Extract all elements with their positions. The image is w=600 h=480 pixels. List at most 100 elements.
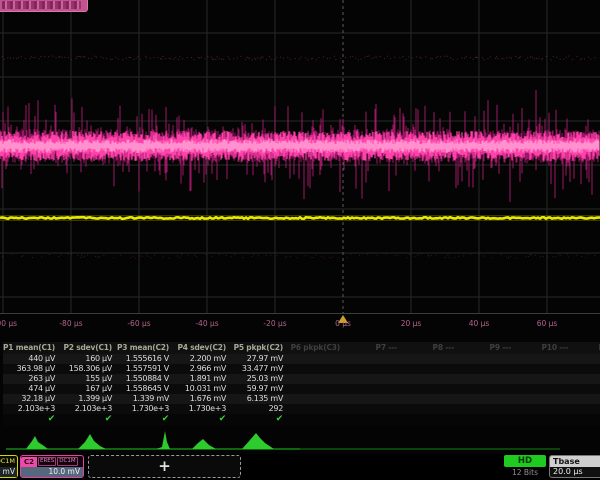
param-header-10[interactable]: P10 ---	[516, 342, 573, 354]
histicon-distribution	[242, 433, 274, 449]
histicon-distribution	[156, 431, 170, 449]
param-header-9[interactable]: P9 ---	[459, 342, 516, 354]
measurement-value	[402, 394, 459, 404]
measurement-value	[288, 364, 345, 374]
time-axis-label: 0 µs	[335, 319, 351, 328]
measurement-value	[516, 354, 573, 364]
c2-scale-value: 10.0 mV	[21, 467, 83, 477]
c2-eres-badge: ERES	[38, 457, 56, 466]
status-check-icon	[345, 414, 402, 426]
descriptor-bar: DC1M 10.0 mV C2 ERES DC1M 10.0 mV + HD 1…	[0, 454, 600, 480]
measurement-value	[345, 394, 402, 404]
param-header-8[interactable]: P8 ---	[402, 342, 459, 354]
measurement-value	[516, 394, 573, 404]
status-check-icon: ✔	[231, 414, 288, 426]
measurement-value: 27.97 mV	[231, 354, 288, 364]
measurement-value: 2.200 mV	[174, 354, 231, 364]
measurement-value	[345, 384, 402, 394]
measurement-value	[459, 404, 516, 414]
measurement-value	[573, 384, 600, 394]
measurement-value	[459, 394, 516, 404]
histicon-distribution	[78, 434, 106, 449]
measurement-value	[288, 374, 345, 384]
c1-trace[interactable]	[0, 217, 600, 219]
status-check-icon: ✔	[174, 414, 231, 426]
c2-coupling-badge: DC1M	[57, 457, 77, 466]
channel-c1-descriptor[interactable]: DC1M 10.0 mV	[0, 455, 18, 478]
measurement-value	[402, 354, 459, 364]
histicon-distribution	[26, 436, 48, 449]
measurement-value	[402, 374, 459, 384]
table-row: 474 µV167 µV1.558645 V10.031 mV59.97 mV	[3, 384, 600, 394]
table-row: 263 µV155 µV1.550884 V1.891 mV25.03 mV	[3, 374, 600, 384]
measurement-value: 1.730e+3	[117, 404, 174, 414]
timebase-descriptor[interactable]: Tbase 20.0 µs	[549, 455, 600, 478]
measurement-value: 2.103e+3	[60, 404, 117, 414]
measurement-value: 1.399 µV	[60, 394, 117, 404]
param-header-2[interactable]: P2 sdev(C1)	[60, 342, 117, 354]
status-check-icon	[516, 414, 573, 426]
c2-persistence-speckles	[2, 56, 595, 60]
measurement-value	[402, 364, 459, 374]
measurement-value: 1.550884 V	[117, 374, 174, 384]
status-check-icon	[288, 414, 345, 426]
measurement-value	[402, 384, 459, 394]
measurement-value: 1.676 mV	[174, 394, 231, 404]
oscilloscope-screen: -100 µs-80 µs-60 µs-40 µs-20 µs0 µs20 µs…	[0, 0, 600, 480]
measurement-value	[573, 404, 600, 414]
measurement-value: 1.891 mV	[174, 374, 231, 384]
c2-persistence-speckles	[2, 254, 595, 258]
table-row: 440 µV160 µV1.555616 V2.200 mV27.97 mV	[3, 354, 600, 364]
measurement-value: 167 µV	[60, 384, 117, 394]
measurement-value	[459, 364, 516, 374]
timebase-scale-value: 20.0 µs	[550, 467, 600, 477]
table-row: P1 mean(C1)P2 sdev(C1)P3 mean(C2)P4 sdev…	[3, 342, 600, 354]
measurement-value: 59.97 mV	[231, 384, 288, 394]
c1-scale-value: 10.0 mV	[0, 467, 17, 477]
param-header-4[interactable]: P4 sdev(C2)	[174, 342, 231, 354]
measurement-value	[345, 364, 402, 374]
status-check-icon: ✔	[60, 414, 117, 426]
adc-bits-label: 12 Bits	[500, 468, 550, 477]
measurement-value: 33.477 mV	[231, 364, 288, 374]
measurement-value: 474 µV	[3, 384, 60, 394]
time-axis-label: -40 µs	[195, 319, 218, 328]
status-check-icon	[459, 414, 516, 426]
measurement-value	[516, 404, 573, 414]
measurement-value	[573, 354, 600, 364]
measurement-value	[345, 404, 402, 414]
measurement-table: P1 mean(C1)P2 sdev(C1)P3 mean(C2)P4 sdev…	[3, 342, 600, 426]
param-header-7[interactable]: P7 ---	[345, 342, 402, 354]
param-header-5[interactable]: P5 pkpk(C2)	[231, 342, 288, 354]
time-axis-label: -60 µs	[127, 319, 150, 328]
trace-annotation-badge[interactable]	[0, 0, 88, 12]
status-check-icon: ✔	[3, 414, 60, 426]
table-row: 32.18 µV1.399 µV1.339 mV1.676 mV6.135 mV	[3, 394, 600, 404]
time-axis-label: -100 µs	[0, 319, 17, 328]
waveform-grid[interactable]	[0, 0, 600, 315]
measurement-value: 1.557591 V	[117, 364, 174, 374]
param-header-3[interactable]: P3 mean(C2)	[117, 342, 174, 354]
measurement-value	[573, 364, 600, 374]
param-header-1[interactable]: P1 mean(C1)	[3, 342, 60, 354]
measurement-value: 160 µV	[60, 354, 117, 364]
c1-coupling-label: DC1M	[0, 456, 17, 467]
time-axis: -100 µs-80 µs-60 µs-40 µs-20 µs0 µs20 µs…	[0, 314, 600, 340]
time-axis-label: -20 µs	[263, 319, 286, 328]
plus-icon: +	[158, 459, 171, 474]
c2-channel-tab[interactable]: C2	[21, 457, 37, 467]
measurement-value: 1.730e+3	[174, 404, 231, 414]
c2-descriptor-header: C2 ERES DC1M	[21, 456, 83, 467]
measurement-value	[345, 374, 402, 384]
measurement-value	[459, 354, 516, 364]
channel-c2-descriptor[interactable]: C2 ERES DC1M 10.0 mV	[20, 455, 84, 478]
hd-mode-badge[interactable]: HD	[504, 455, 546, 467]
param-header-11[interactable]: P11 ---	[573, 342, 600, 354]
add-trace-button[interactable]: +	[88, 455, 241, 478]
param-header-6[interactable]: P6 pkpk(C3)	[288, 342, 345, 354]
measurement-value	[516, 384, 573, 394]
measurement-value: 32.18 µV	[3, 394, 60, 404]
measurement-value: 6.135 mV	[231, 394, 288, 404]
measurement-value: 25.03 mV	[231, 374, 288, 384]
annotation-text-blur	[2, 1, 81, 9]
